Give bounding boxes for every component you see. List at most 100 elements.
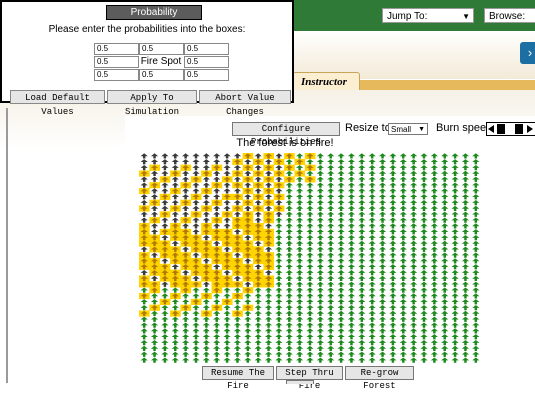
burnt-cell [150,176,159,182]
tree-cell [244,351,252,357]
probability-field-s[interactable]: 0.5 [139,69,184,81]
tree-cell [358,316,366,322]
fire-cell [159,211,171,218]
fire-cell [180,217,192,224]
fire-cell [139,223,150,230]
tree-cell [389,205,397,212]
tree-cell [316,205,324,212]
side-nav-button[interactable]: › [520,42,535,64]
tree-cell [275,240,283,247]
tree-cell [441,211,449,217]
probability-field-ne[interactable]: 0.5 [184,43,229,55]
tree-cell [192,339,200,346]
forest-grid[interactable] [139,153,481,363]
tree-cell [430,275,438,282]
tree-cell [410,357,418,363]
tree-cell [337,205,345,212]
tree-cell [296,164,304,171]
tree-cell [430,153,438,159]
tree-cell [451,281,459,287]
tree-cell [378,234,387,241]
fire-cell [294,170,306,177]
load-default-values-button[interactable]: Load Default Values [10,90,105,117]
burn-speed-slider[interactable] [486,122,535,136]
fire-cell [139,263,150,270]
tree-cell [399,153,407,159]
fire-cell [221,275,233,282]
tree-cell [223,357,231,363]
fire-cell [149,281,161,288]
resize-select[interactable]: Small ▼ [388,123,428,135]
fire-cell [232,217,243,224]
tree-cell [472,217,480,223]
fire-cell [211,269,223,276]
fire-cell [201,246,212,253]
arrow-right-icon[interactable] [527,125,533,133]
tree-cell [451,159,459,165]
burnt-cell [233,188,242,194]
fire-cell [139,252,150,259]
jump-to-select[interactable]: Jump To: ▼ [382,8,474,23]
step-fire-button[interactable]: Step Thru Fire [276,366,343,391]
burnt-cell [161,281,169,287]
burnt-cell [182,170,190,177]
probability-field-sw[interactable]: 0.5 [94,69,139,81]
probability-field-se[interactable]: 0.5 [184,69,229,81]
tree-cell [285,234,293,241]
tree-cell [368,246,376,252]
tree-cell [202,304,210,311]
tree-cell [451,170,459,177]
fire-cell [253,182,264,189]
tree-cell [441,316,449,322]
fire-cell [253,281,264,288]
hidden-control[interactable] [286,380,314,384]
configure-probabilities-button[interactable]: Configure Probabilities [232,122,340,147]
tree-cell [420,293,428,299]
tree-cell [327,339,335,346]
tree-cell [461,252,470,258]
regrow-forest-button[interactable]: Re-grow Forest [345,366,414,391]
apply-to-simulation-button[interactable]: Apply To Simulation [107,90,197,117]
tree-cell [264,345,273,352]
burnt-cell [223,269,231,276]
tree-cell [140,322,148,328]
tree-cell [420,217,428,223]
abort-value-changes-button[interactable]: Abort Value Changes [199,90,291,117]
browse-select[interactable]: Browse: [484,8,535,23]
tree-cell [399,194,407,200]
tab-instructor[interactable]: Instructor [292,72,360,90]
burnt-cell [150,194,159,200]
burnt-cell [264,194,273,200]
fire-cell [263,258,275,265]
resume-fire-button[interactable]: Resume The Fire [202,366,274,391]
tree-cell [347,176,356,182]
tree-cell [358,345,366,352]
fire-cell [211,287,223,294]
tree-cell [327,345,335,352]
tree-cell [306,310,314,317]
tree-cell [441,345,449,352]
fire-cell [149,182,161,189]
tree-cell [150,293,159,299]
probability-field-n[interactable]: 0.5 [139,43,184,55]
probability-field-e[interactable]: 0.5 [184,56,229,68]
fire-cell [253,205,264,212]
slider-thumb[interactable] [515,124,523,134]
tree-cell [285,334,293,340]
tree-cell [316,211,324,217]
burnt-cell [171,159,179,165]
fire-status-text: The forest is on fire! [236,137,334,149]
tree-cell [420,275,428,282]
tree-cell [275,351,283,357]
tree-cell [410,211,418,217]
tree-cell [461,275,470,282]
arrow-left-icon[interactable] [488,125,494,133]
probability-field-nw[interactable]: 0.5 [94,43,139,55]
fire-cell [159,269,171,276]
probability-field-w[interactable]: 0.5 [94,56,139,68]
tree-cell [358,310,366,317]
tree-cell [223,328,231,334]
tree-cell [430,304,438,311]
tree-cell [285,281,293,287]
tree-cell [296,299,304,305]
